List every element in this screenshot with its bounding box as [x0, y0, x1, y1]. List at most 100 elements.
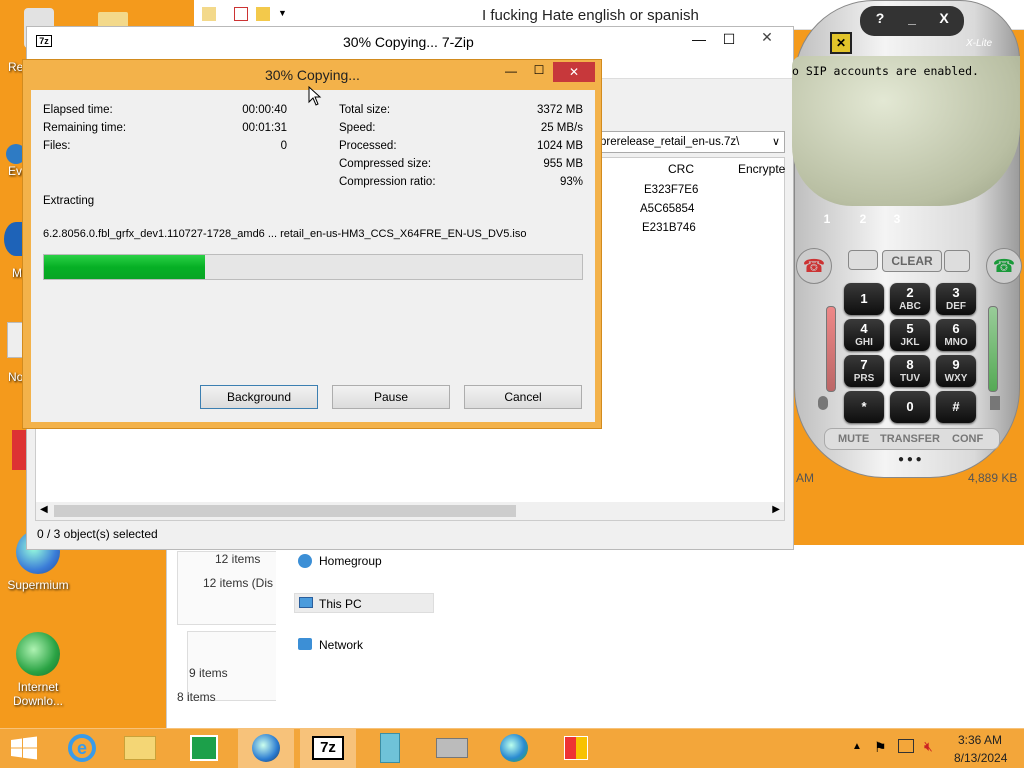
- conf-button[interactable]: CONF: [952, 433, 983, 445]
- files-value: 0: [280, 140, 287, 152]
- explorer-left-pane: 12 items 12 items (Dis 9 items 8 items: [166, 545, 277, 728]
- office-icon: [564, 736, 588, 760]
- mute-button[interactable]: MUTE: [838, 433, 869, 445]
- status-bar-text: 0 / 3 object(s) selected: [37, 527, 158, 541]
- clock-date[interactable]: 8/13/2024: [954, 751, 1007, 765]
- current-file: 6.2.8056.0.fbl_grfx_dev1.110727-1728_amd…: [43, 228, 527, 240]
- keypad-key-0[interactable]: 0: [890, 391, 930, 423]
- background-button[interactable]: Background: [200, 385, 318, 409]
- nav-item-this-pc[interactable]: This PC: [294, 593, 434, 613]
- volume-slider-left[interactable]: [826, 306, 836, 392]
- keypad-key-3[interactable]: 3 DEF: [936, 283, 976, 315]
- scroll-thumb[interactable]: [54, 505, 516, 517]
- minimize-button[interactable]: —: [501, 64, 521, 78]
- scroll-right-icon[interactable]: ▶: [772, 504, 780, 515]
- contacts-button[interactable]: [848, 250, 878, 270]
- files-label: Files:: [43, 140, 71, 152]
- file-explorer-icon: [124, 736, 156, 760]
- taskbar-7zip[interactable]: 7z: [300, 728, 356, 768]
- line-2-button[interactable]: 2: [850, 212, 876, 234]
- call-button[interactable]: ☎: [986, 248, 1022, 284]
- clock-time[interactable]: 3:36 AM: [958, 733, 1002, 747]
- start-icon: [11, 736, 37, 760]
- cancel-button[interactable]: Cancel: [464, 385, 582, 409]
- close-button[interactable]: X: [932, 10, 956, 32]
- taskbar-file-explorer[interactable]: [112, 728, 168, 768]
- column-header-crc[interactable]: CRC: [668, 162, 694, 176]
- nav-item-homegroup[interactable]: Homegroup: [296, 551, 456, 571]
- dialog-title: 30% Copying...: [265, 67, 360, 83]
- keypad-key-hash[interactable]: #: [936, 391, 976, 423]
- minimize-button[interactable]: —: [687, 31, 711, 47]
- hangup-button[interactable]: ☎: [796, 248, 832, 284]
- transfer-button[interactable]: TRANSFER: [880, 433, 940, 445]
- line-3-button[interactable]: 3: [884, 212, 910, 234]
- phone-display: o SIP accounts are enabled.: [792, 56, 1020, 206]
- taskbar-scanner[interactable]: [424, 728, 480, 768]
- keypad-key-4[interactable]: 4 GHI: [844, 319, 884, 351]
- table-row[interactable]: E323F7E6: [644, 184, 698, 196]
- brand-label: X-Lite: [966, 38, 993, 49]
- new-folder-icon[interactable]: [256, 7, 270, 21]
- progress-dialog: 30% Copying... — ☐ ✕ Elapsed time: 00:00…: [22, 59, 602, 429]
- speaker-icon: [990, 396, 1000, 410]
- xlite-logo-icon: ✕: [830, 32, 852, 54]
- desktop-icon-idm[interactable]: Internet Downlo...: [2, 632, 74, 708]
- scroll-left-icon[interactable]: ◀: [40, 504, 48, 515]
- taskbar-office[interactable]: [548, 728, 604, 768]
- path-field[interactable]: prerelease_retail_en-us.7z\ ∨: [593, 131, 785, 153]
- help-button[interactable]: ?: [868, 10, 892, 32]
- taskbar-browser[interactable]: [238, 728, 294, 768]
- compressed-size-value: 955 MB: [543, 158, 583, 170]
- taskbar-store[interactable]: [176, 728, 232, 768]
- history-button[interactable]: [944, 250, 970, 272]
- desktop-icon-label: Internet Downlo...: [12, 680, 64, 708]
- taskbar-internet-explorer[interactable]: e: [54, 728, 110, 768]
- column-header-encrypted[interactable]: Encrypte: [738, 162, 785, 176]
- idm-icon: [500, 734, 528, 762]
- taskbar-notepad[interactable]: [362, 728, 418, 768]
- path-text: prerelease_retail_en-us.7z\: [600, 136, 740, 148]
- maximize-button[interactable]: ☐: [529, 63, 549, 77]
- browser-icon: [252, 734, 280, 762]
- keypad-key-2[interactable]: 2 ABC: [890, 283, 930, 315]
- chevron-down-icon[interactable]: ▼: [278, 8, 287, 18]
- xlite-phone: ? _ X ✕ X-Lite o SIP accounts are enable…: [790, 0, 1024, 490]
- maximize-button[interactable]: ☐: [717, 31, 741, 48]
- volume-slider-right[interactable]: [988, 306, 998, 392]
- chevron-down-icon[interactable]: ∨: [772, 135, 780, 148]
- keypad-key-9[interactable]: 9 WXY: [936, 355, 976, 387]
- action-center-flag-icon[interactable]: ⚑: [874, 739, 887, 756]
- volume-muted-icon[interactable]: 🔇︎: [924, 738, 933, 755]
- close-button[interactable]: ✕: [553, 62, 595, 82]
- clear-button[interactable]: CLEAR: [882, 250, 942, 272]
- keypad-key-8[interactable]: 8 TUV: [890, 355, 930, 387]
- horizontal-scrollbar[interactable]: ◀ ▶: [36, 502, 784, 520]
- nav-item-network[interactable]: Network: [296, 635, 456, 655]
- start-button[interactable]: [0, 728, 48, 768]
- compression-ratio-label: Compression ratio:: [339, 176, 436, 188]
- line-1-button[interactable]: 1: [814, 212, 840, 234]
- close-button[interactable]: ✕: [745, 29, 789, 49]
- keypad-key-star[interactable]: *: [844, 391, 884, 423]
- table-row[interactable]: E231B746: [642, 222, 696, 234]
- archive-titlebar: 7z 30% Copying... 7-Zip — ☐ ✕: [27, 27, 793, 57]
- homegroup-icon: [298, 554, 312, 568]
- table-row[interactable]: A5C65854: [640, 203, 694, 215]
- show-hidden-icons[interactable]: ▲: [852, 741, 862, 752]
- desktop-icon-label: Supermium: [7, 578, 69, 592]
- folder-icon[interactable]: [202, 7, 216, 21]
- taskbar-idm[interactable]: [486, 728, 542, 768]
- properties-icon[interactable]: [234, 7, 248, 21]
- keypad-key-6[interactable]: 6 MNO: [936, 319, 976, 351]
- minimize-button[interactable]: _: [900, 10, 924, 32]
- 7zip-icon: 7z: [36, 35, 52, 47]
- network-icon[interactable]: [898, 739, 914, 753]
- pause-button[interactable]: Pause: [332, 385, 450, 409]
- keypad-key-5[interactable]: 5 JKL: [890, 319, 930, 351]
- keypad-key-1[interactable]: 1: [844, 283, 884, 315]
- idm-icon: [16, 632, 60, 676]
- count-label: 9 items: [189, 666, 228, 680]
- keypad-key-7[interactable]: 7 PRS: [844, 355, 884, 387]
- mouse-cursor-icon: [308, 86, 322, 106]
